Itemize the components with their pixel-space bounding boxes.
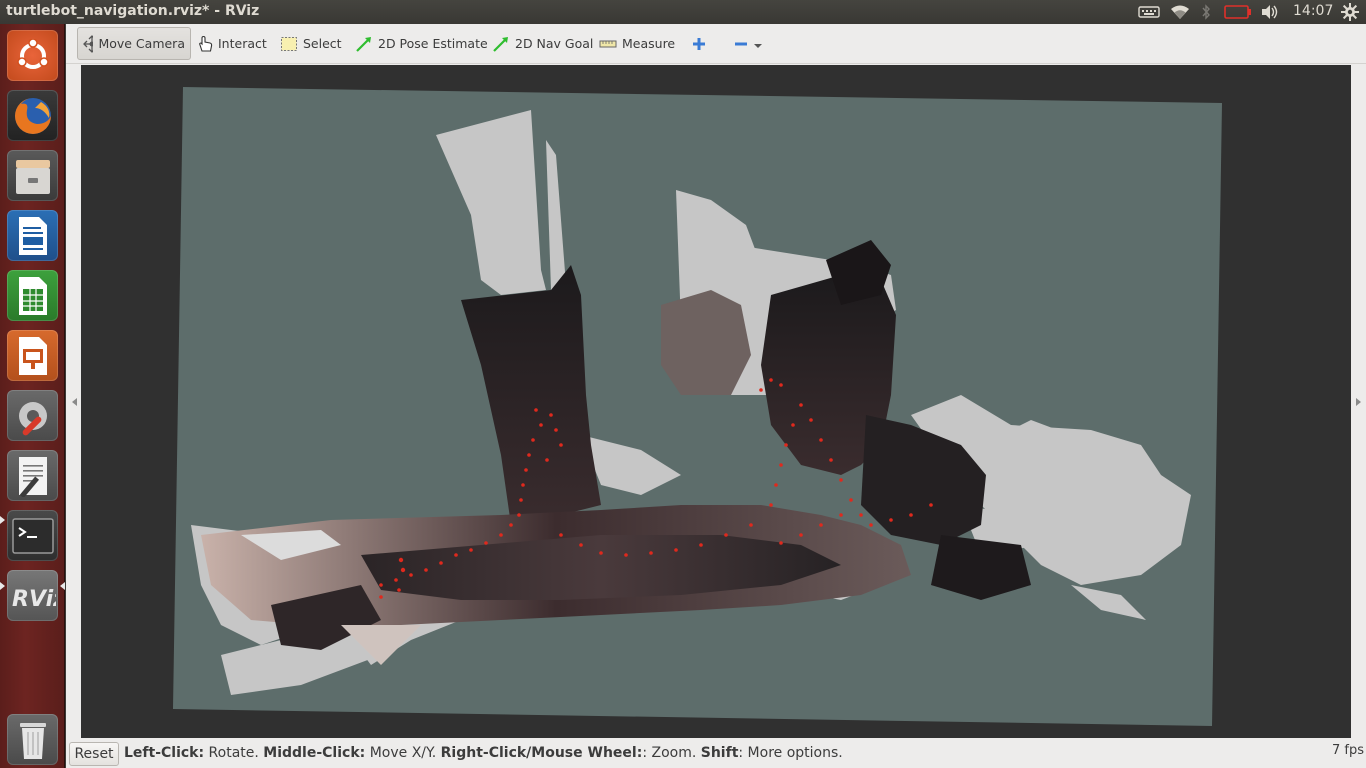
- nav-goal-arrow-icon: [493, 36, 508, 52]
- right-click-key: Right-Click/Mouse Wheel:: [440, 745, 643, 761]
- rviz-focused-indicator: [60, 582, 65, 590]
- text-editor-launcher[interactable]: [7, 450, 58, 501]
- middle-click-desc: Move X/Y.: [365, 745, 441, 761]
- collapse-left-arrow-icon: [72, 398, 77, 406]
- left-click-key: Left-Click:: [124, 745, 205, 761]
- right-panel-splitter[interactable]: [1351, 64, 1366, 740]
- left-click-desc: Rotate.: [204, 745, 264, 761]
- remove-tool-button[interactable]: [729, 27, 768, 60]
- 2d-nav-goal-tool[interactable]: 2D Nav Goal: [487, 27, 598, 60]
- add-tool-button[interactable]: [686, 27, 712, 60]
- hand-pointer-icon: [199, 35, 213, 52]
- fps-counter: 7 fps: [1332, 743, 1365, 758]
- middle-click-key: Middle-Click:: [263, 745, 366, 761]
- collapse-right-arrow-icon: [1356, 398, 1361, 406]
- status-bar: Reset Left-Click: Rotate. Middle-Click: …: [66, 740, 1366, 768]
- rviz-launcher[interactable]: RViz: [7, 570, 58, 621]
- bluetooth-icon[interactable]: [1200, 3, 1212, 21]
- mouse-help-text: Left-Click: Rotate. Middle-Click: Move X…: [124, 745, 843, 761]
- measure-label: Measure: [622, 36, 676, 51]
- ubuntu-dash-button[interactable]: [7, 30, 58, 81]
- select-rectangle-icon: [281, 36, 297, 51]
- text-editor-icon: [18, 456, 47, 497]
- launcher: RViz: [0, 24, 65, 768]
- 2d-pose-estimate-label: 2D Pose Estimate: [378, 36, 488, 51]
- settings-gear-icon[interactable]: [1341, 3, 1359, 21]
- terminal-running-indicator: [0, 516, 5, 524]
- settings-wrench-icon: [18, 401, 47, 435]
- volume-icon[interactable]: [1260, 3, 1280, 21]
- firefox-icon: [14, 97, 51, 134]
- trash-icon: [19, 722, 46, 759]
- keyboard-icon[interactable]: [1138, 3, 1160, 21]
- pose-estimate-arrow-icon: [356, 36, 371, 52]
- writer-document-icon: [18, 216, 47, 255]
- top-panel: turtlebot_navigation.rviz* - RViz 14:07: [0, 0, 1366, 24]
- shift-desc: : More options.: [738, 745, 843, 761]
- interact-tool[interactable]: Interact: [192, 27, 272, 60]
- rviz-running-indicator: [0, 582, 5, 590]
- ruler-icon: [599, 40, 617, 47]
- calc-spreadsheet-icon: [18, 276, 47, 315]
- firefox-launcher[interactable]: [7, 90, 58, 141]
- battery-icon[interactable]: [1224, 3, 1252, 21]
- system-settings-launcher[interactable]: [7, 390, 58, 441]
- svg-text:RViz: RViz: [12, 587, 56, 612]
- terminal-launcher[interactable]: [7, 510, 58, 561]
- left-panel-splitter[interactable]: [66, 64, 81, 740]
- chevron-down-icon: [754, 43, 762, 48]
- window-title: turtlebot_navigation.rviz* - RViz: [6, 3, 260, 19]
- measure-tool[interactable]: Measure: [594, 27, 680, 60]
- rviz-logo-icon: RViz: [12, 587, 56, 612]
- writer-launcher[interactable]: [7, 210, 58, 261]
- files-launcher[interactable]: [7, 150, 58, 201]
- file-cabinet-icon: [15, 159, 50, 194]
- reset-button[interactable]: Reset: [69, 742, 119, 766]
- trash-launcher[interactable]: [7, 714, 58, 765]
- rviz-window: Move Camera Interact Select 2D Pose Esti…: [66, 24, 1366, 768]
- ubuntu-logo-icon: [16, 38, 49, 69]
- select-tool[interactable]: Select: [275, 27, 347, 60]
- wifi-icon[interactable]: [1170, 3, 1190, 21]
- 2d-nav-goal-label: 2D Nav Goal: [515, 36, 594, 51]
- clock[interactable]: 14:07: [1293, 3, 1333, 19]
- 3d-render-viewport[interactable]: [81, 65, 1351, 738]
- move-camera-label: Move Camera: [98, 36, 185, 51]
- impress-presentation-icon: [18, 336, 47, 375]
- select-label: Select: [303, 36, 342, 51]
- terminal-icon: [11, 517, 54, 554]
- tool-toolbar: Move Camera Interact Select 2D Pose Esti…: [66, 24, 1366, 64]
- minus-icon: [735, 42, 747, 45]
- 2d-pose-estimate-tool[interactable]: 2D Pose Estimate: [350, 27, 493, 60]
- interact-label: Interact: [218, 36, 267, 51]
- plus-icon: [693, 37, 705, 50]
- impress-launcher[interactable]: [7, 330, 58, 381]
- calc-launcher[interactable]: [7, 270, 58, 321]
- move-camera-icon: [83, 34, 94, 53]
- right-click-desc: : Zoom.: [642, 745, 701, 761]
- shift-key: Shift: [700, 745, 739, 761]
- move-camera-tool[interactable]: Move Camera: [77, 27, 191, 60]
